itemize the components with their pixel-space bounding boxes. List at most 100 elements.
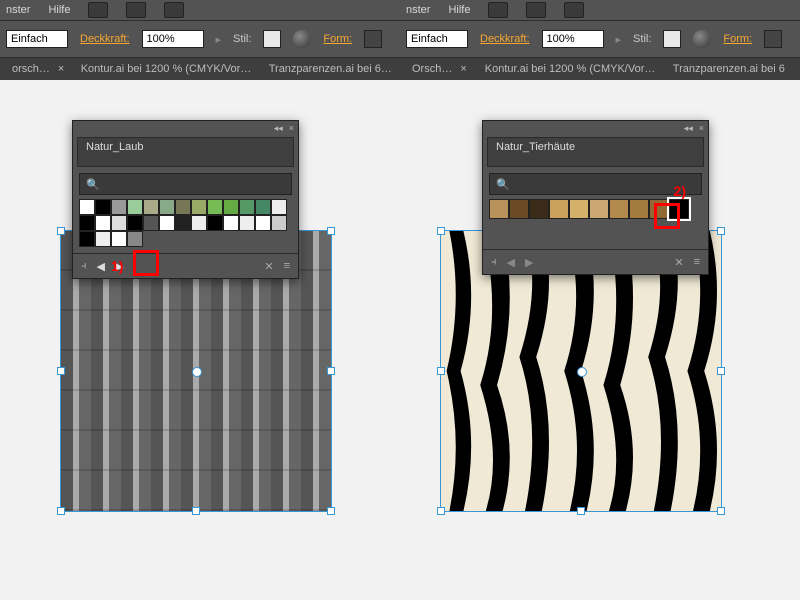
opacity-value[interactable]: 100% bbox=[542, 30, 604, 48]
collapse-icon[interactable]: ◂◂ bbox=[684, 123, 693, 134]
prev-icon[interactable]: ◀ bbox=[97, 260, 105, 273]
form-swatch[interactable] bbox=[764, 30, 782, 48]
prev-icon[interactable]: ◀ bbox=[507, 256, 515, 269]
handle[interactable] bbox=[717, 227, 725, 235]
tab-2[interactable]: Kontur.ai bei 1200 % (CMYK/Vor…× bbox=[73, 58, 259, 80]
swatch[interactable] bbox=[239, 215, 255, 231]
library-icon[interactable]: ⫞ bbox=[81, 260, 87, 273]
swatch[interactable] bbox=[95, 199, 111, 215]
tab-2[interactable]: Kontur.ai bei 1200 % (CMYK/Vor…× bbox=[477, 58, 663, 80]
swatch[interactable] bbox=[191, 215, 207, 231]
swatch[interactable] bbox=[79, 231, 95, 247]
handle[interactable] bbox=[57, 227, 65, 235]
swatch[interactable] bbox=[255, 199, 271, 215]
swatch[interactable] bbox=[239, 199, 255, 215]
arrange-icon[interactable] bbox=[126, 2, 146, 18]
handle[interactable] bbox=[327, 367, 335, 375]
swatch[interactable] bbox=[191, 199, 207, 215]
swatch[interactable] bbox=[95, 231, 111, 247]
swatch[interactable] bbox=[529, 199, 549, 219]
form-label[interactable]: Form: bbox=[723, 33, 752, 45]
swatch[interactable] bbox=[143, 199, 159, 215]
center-handle[interactable] bbox=[192, 367, 202, 377]
swatch[interactable] bbox=[175, 215, 191, 231]
collapse-icon[interactable]: ◂◂ bbox=[274, 123, 283, 134]
close-icon[interactable]: × bbox=[460, 63, 466, 75]
swatch[interactable] bbox=[207, 199, 223, 215]
handle[interactable] bbox=[327, 507, 335, 515]
canvas-area[interactable]: ◂◂× Natur_Laub 🔍 ⫞ ◀ ▶ ✕ ≡ 1) bbox=[0, 80, 400, 600]
canvas-area[interactable]: ◂◂× Natur_Tierhäute 🔍 ⫞ ◀ ▶ ✕ ≡ 2) bbox=[400, 80, 800, 600]
handle[interactable] bbox=[327, 227, 335, 235]
swatch[interactable] bbox=[127, 231, 143, 247]
bridge-icon[interactable] bbox=[488, 2, 508, 18]
swatch[interactable] bbox=[79, 199, 95, 215]
swatch[interactable] bbox=[509, 199, 529, 219]
arrange-icon[interactable] bbox=[526, 2, 546, 18]
swatch[interactable] bbox=[549, 199, 569, 219]
swatch[interactable] bbox=[629, 199, 649, 219]
style-swatch[interactable] bbox=[263, 30, 281, 48]
library-icon[interactable]: ⫞ bbox=[491, 256, 497, 269]
close-icon[interactable]: × bbox=[699, 123, 704, 133]
swatch-panel-laub[interactable]: ◂◂× Natur_Laub 🔍 ⫞ ◀ ▶ ✕ ≡ 1) bbox=[72, 120, 299, 279]
stroke-profile[interactable]: Einfach bbox=[6, 30, 68, 48]
swatch[interactable] bbox=[79, 215, 95, 231]
swatch[interactable] bbox=[223, 215, 239, 231]
swatch[interactable] bbox=[223, 199, 239, 215]
swatch[interactable] bbox=[143, 215, 159, 231]
swatch[interactable] bbox=[569, 199, 589, 219]
globe-icon[interactable] bbox=[693, 30, 711, 48]
tab-1[interactable]: Orsch…× bbox=[404, 58, 475, 80]
swatch[interactable] bbox=[489, 199, 509, 219]
swatch[interactable] bbox=[111, 215, 127, 231]
handle[interactable] bbox=[57, 367, 65, 375]
panel-title[interactable]: Natur_Laub bbox=[77, 137, 294, 167]
search-input[interactable]: 🔍 bbox=[489, 173, 702, 195]
menu-fenster[interactable]: nster bbox=[6, 4, 30, 16]
close-icon[interactable]: × bbox=[289, 123, 294, 133]
style-swatch[interactable] bbox=[663, 30, 681, 48]
panel-title[interactable]: Natur_Tierhäute bbox=[487, 137, 704, 167]
center-handle[interactable] bbox=[577, 367, 587, 377]
menu-icon[interactable]: ≡ bbox=[694, 256, 700, 268]
swatch[interactable] bbox=[271, 215, 287, 231]
handle[interactable] bbox=[437, 367, 445, 375]
handle[interactable] bbox=[437, 227, 445, 235]
search-input[interactable]: 🔍 bbox=[79, 173, 292, 195]
tab-1[interactable]: orsch…× bbox=[4, 58, 71, 80]
tab-3[interactable]: Tranzparenzen.ai bei 6… bbox=[261, 58, 396, 80]
handle[interactable] bbox=[717, 367, 725, 375]
menu-icon[interactable]: ≡ bbox=[284, 260, 290, 272]
tool-icon[interactable] bbox=[164, 2, 184, 18]
handle[interactable] bbox=[57, 507, 65, 515]
next-icon[interactable]: ▶ bbox=[525, 256, 533, 269]
handle[interactable] bbox=[192, 507, 200, 515]
menu-hilfe[interactable]: Hilfe bbox=[448, 4, 470, 16]
handle[interactable] bbox=[717, 507, 725, 515]
menu-fenster[interactable]: nster bbox=[406, 4, 430, 16]
tab-3[interactable]: Tranzparenzen.ai bei 6 bbox=[665, 58, 793, 80]
swatch[interactable] bbox=[271, 199, 287, 215]
swatch[interactable] bbox=[159, 199, 175, 215]
swatch[interactable] bbox=[111, 231, 127, 247]
bridge-icon[interactable] bbox=[88, 2, 108, 18]
swatch[interactable] bbox=[589, 199, 609, 219]
opacity-label[interactable]: Deckkraft: bbox=[480, 33, 530, 45]
form-swatch[interactable] bbox=[364, 30, 382, 48]
globe-icon[interactable] bbox=[293, 30, 311, 48]
opacity-label[interactable]: Deckkraft: bbox=[80, 33, 130, 45]
handle[interactable] bbox=[577, 507, 585, 515]
swatch[interactable] bbox=[609, 199, 629, 219]
close-icon[interactable]: × bbox=[58, 63, 64, 75]
new-icon[interactable]: ✕ bbox=[264, 260, 273, 273]
swatch[interactable] bbox=[95, 215, 111, 231]
form-label[interactable]: Form: bbox=[323, 33, 352, 45]
swatch[interactable] bbox=[159, 215, 175, 231]
swatch[interactable] bbox=[175, 199, 191, 215]
swatch[interactable] bbox=[207, 215, 223, 231]
swatch-panel-tierhaeute[interactable]: ◂◂× Natur_Tierhäute 🔍 ⫞ ◀ ▶ ✕ ≡ 2) bbox=[482, 120, 709, 275]
tool-icon[interactable] bbox=[564, 2, 584, 18]
stroke-profile[interactable]: Einfach bbox=[406, 30, 468, 48]
menu-hilfe[interactable]: Hilfe bbox=[48, 4, 70, 16]
